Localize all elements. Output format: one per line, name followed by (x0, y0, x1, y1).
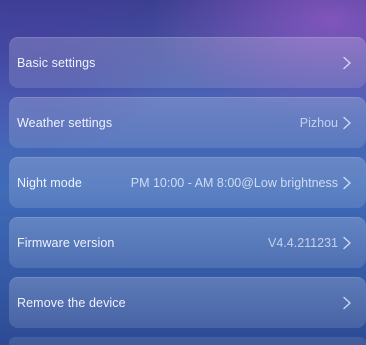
chevron-right-icon (342, 296, 352, 310)
settings-item-remove-device[interactable]: Remove the device (9, 277, 366, 328)
settings-item-label: Weather settings (17, 115, 113, 130)
settings-item-label: Night mode (17, 175, 82, 190)
device-settings-screen: Basic settings Weather settings Pizhou N… (0, 0, 366, 345)
night-mode-schedule-value: PM 10:00 - AM 8:00@Low brightness (130, 175, 338, 190)
next-item-edge (9, 337, 366, 345)
settings-item-weather-settings[interactable]: Weather settings Pizhou (9, 97, 366, 148)
chevron-right-icon (342, 56, 352, 70)
chevron-right-icon (342, 236, 352, 250)
settings-item-label: Remove the device (17, 295, 126, 310)
settings-list: Basic settings Weather settings Pizhou N… (9, 37, 366, 337)
chevron-right-icon (342, 116, 352, 130)
firmware-version-value: V4.4.211231 (268, 235, 338, 250)
settings-item-night-mode[interactable]: Night mode PM 10:00 - AM 8:00@Low bright… (9, 157, 366, 208)
settings-item-label: Basic settings (17, 55, 96, 70)
settings-item-basic-settings[interactable]: Basic settings (9, 37, 366, 88)
settings-item-label: Firmware version (17, 235, 115, 250)
weather-city-value: Pizhou (299, 115, 338, 130)
chevron-right-icon (342, 176, 352, 190)
settings-item-firmware-version[interactable]: Firmware version V4.4.211231 (9, 217, 366, 268)
